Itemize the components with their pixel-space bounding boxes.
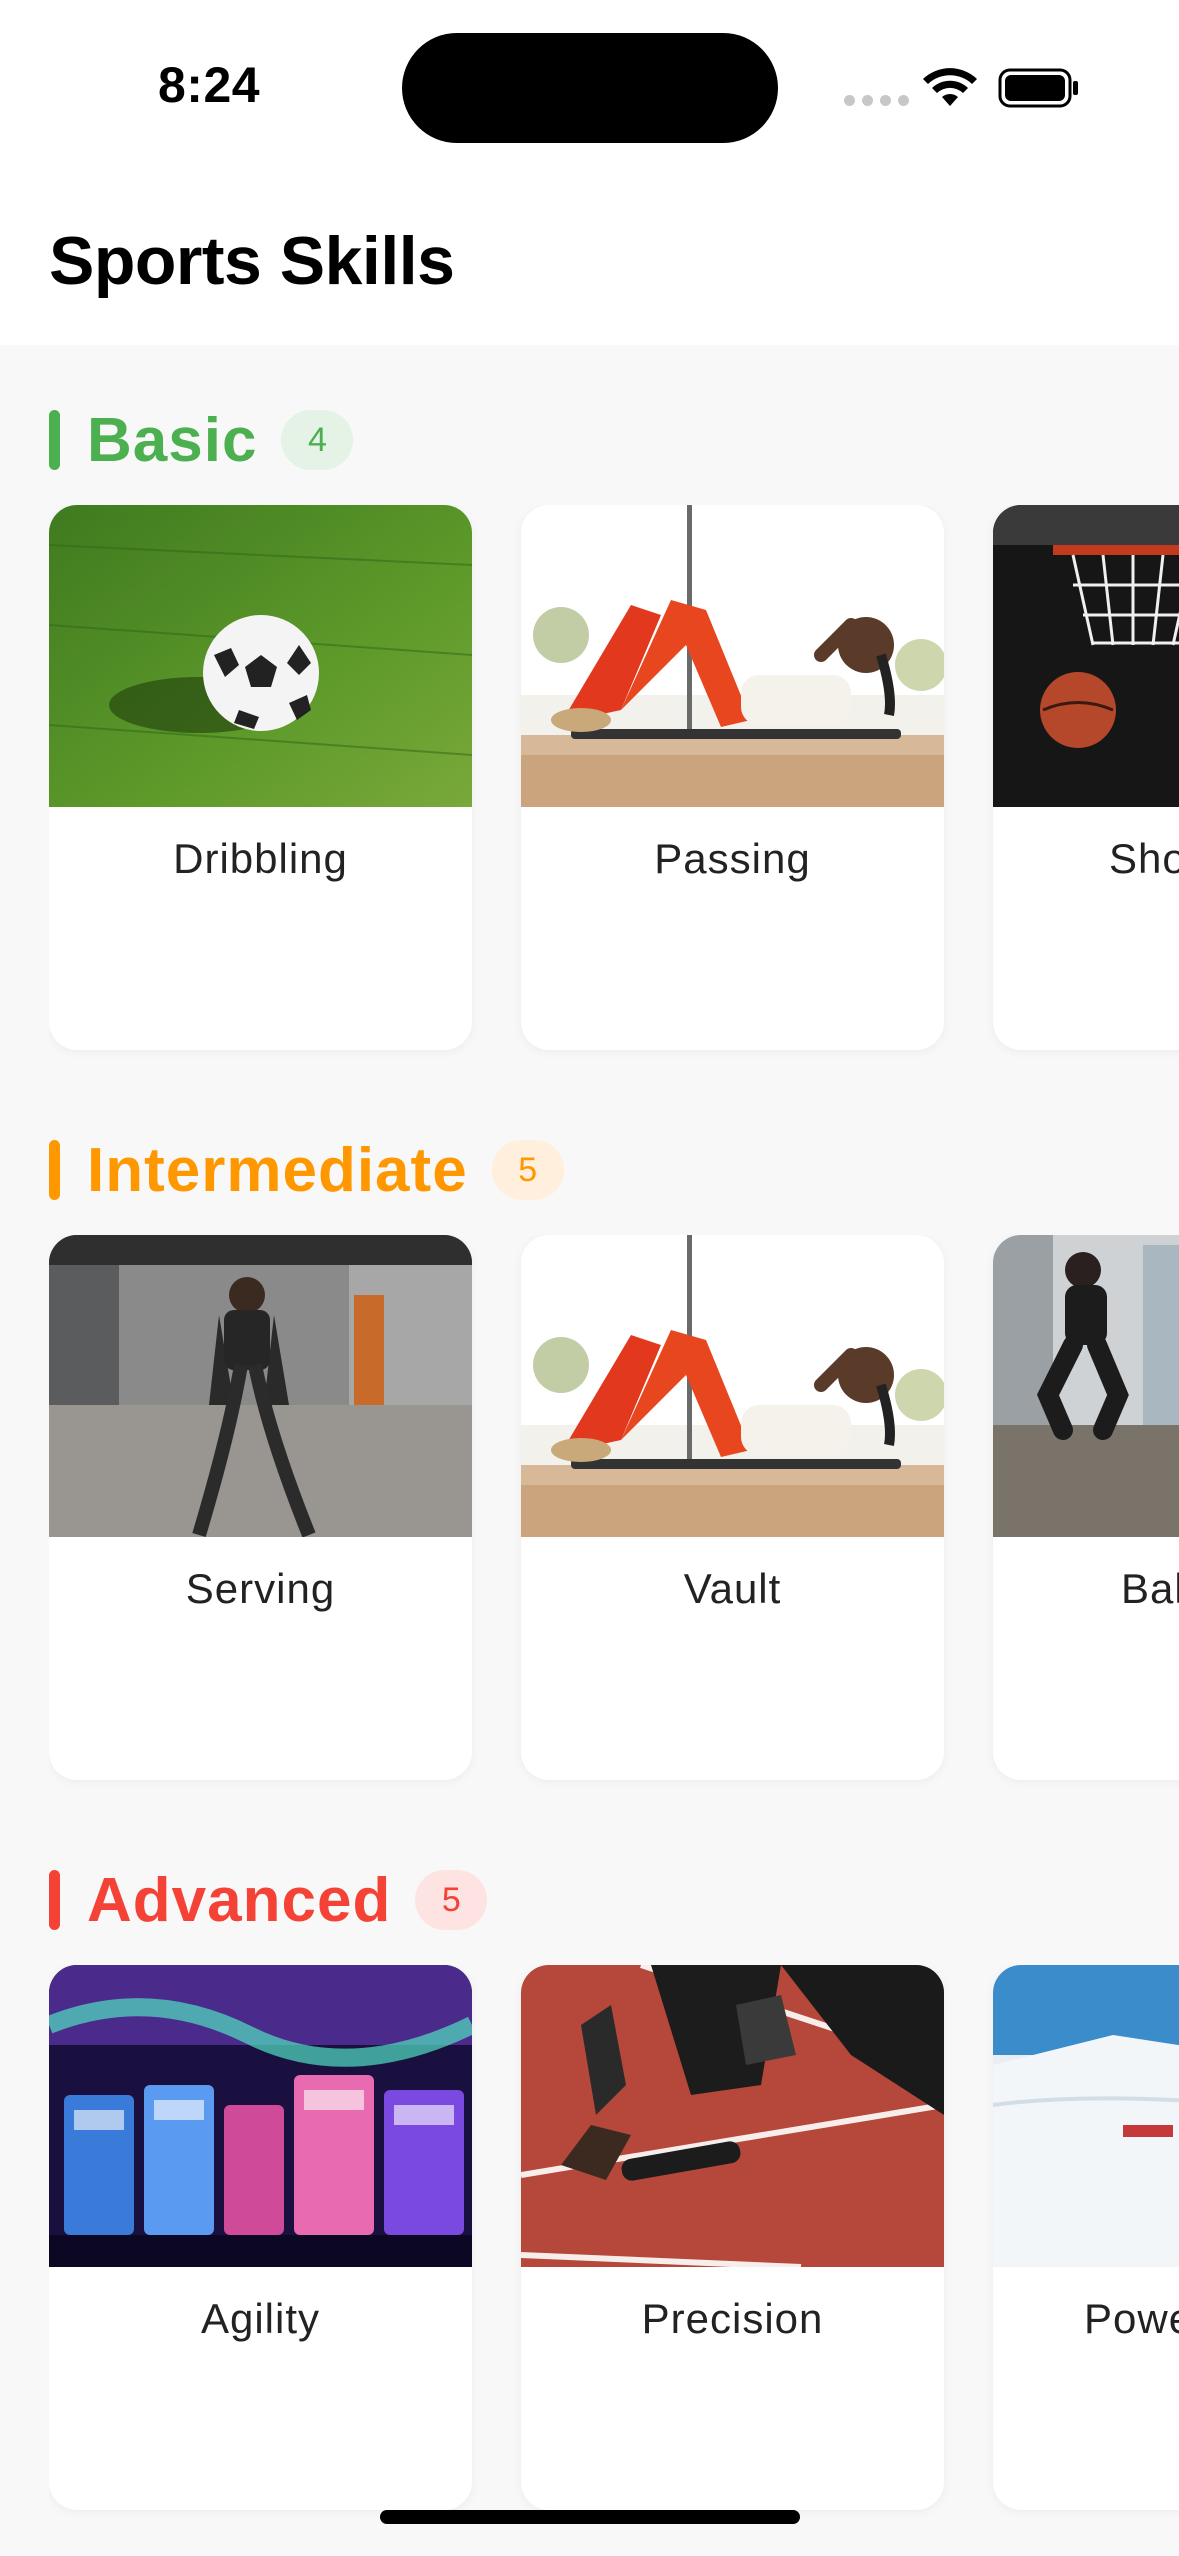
section-accent-bar	[49, 1140, 60, 1200]
skill-card-passing[interactable]: Passing	[521, 505, 944, 1050]
wifi-icon	[923, 68, 977, 106]
section-accent-bar	[49, 1870, 60, 1930]
soccer-ball-image	[49, 505, 472, 807]
card-label: Passing	[654, 835, 811, 882]
card-label: Serving	[185, 1565, 336, 1612]
dynamic-island	[402, 33, 778, 143]
section-intermediate: Intermediate 5 Serving Vault Bal	[0, 1075, 1179, 1805]
cellular-signal-icon	[844, 95, 909, 106]
skill-card-dribbling[interactable]: Dribbling	[49, 505, 472, 1050]
navigation-header: Sports Skills	[0, 170, 1179, 345]
skill-card-precision[interactable]: Precision	[521, 1965, 944, 2510]
skill-card-serving[interactable]: Serving	[49, 1235, 472, 1780]
status-time: 8:24	[158, 57, 261, 113]
card-label: Precision	[641, 2295, 824, 2342]
skill-card-power[interactable]: Powe	[993, 1965, 1179, 2510]
skill-card-agility[interactable]: Agility	[49, 1965, 472, 2510]
woman-crunches-image	[521, 1235, 944, 1537]
page-title: Sports Skills	[49, 223, 455, 299]
skill-card-balance[interactable]: Bal	[993, 1235, 1179, 1780]
section-title: Advanced	[87, 1865, 392, 1935]
section-accent-bar	[49, 410, 60, 470]
skill-card-shooting[interactable]: Sho	[993, 505, 1179, 1050]
card-label: Dribbling	[173, 835, 348, 882]
snowy-mountain-image	[993, 1965, 1179, 2267]
card-label: Vault	[683, 1565, 782, 1612]
home-indicator[interactable]	[380, 2510, 800, 2524]
count-badge: 4	[281, 410, 354, 470]
section-header: Intermediate 5	[49, 1135, 564, 1205]
status-bar: 8:24	[0, 0, 1179, 170]
battery-icon	[998, 68, 1078, 108]
count-badge: 5	[415, 1870, 488, 1930]
section-header: Advanced 5	[49, 1865, 488, 1935]
card-label: Powe	[1084, 2295, 1179, 2342]
card-carousel[interactable]: Serving Vault Bal	[49, 1235, 1179, 1795]
card-carousel[interactable]: Agility Precision Pow	[49, 1965, 1179, 2525]
neon-arcade-image	[49, 1965, 472, 2267]
skill-card-vault[interactable]: Vault	[521, 1235, 944, 1780]
card-label: Agility	[200, 2295, 321, 2342]
section-advanced: Advanced 5 Agility Precision Pow	[0, 1805, 1179, 2535]
section-title: Basic	[87, 405, 258, 475]
section-header: Basic 4	[49, 405, 354, 475]
woman-crunches-image	[521, 505, 944, 807]
basketball-hoop-image	[993, 505, 1179, 807]
section-title: Intermediate	[87, 1135, 468, 1205]
box-jump-image	[993, 1235, 1179, 1537]
battle-ropes-image	[49, 1235, 472, 1537]
card-label: Bal	[1121, 1565, 1179, 1612]
count-badge: 5	[491, 1140, 564, 1200]
card-carousel[interactable]: Dribbling Passing Sho	[49, 505, 1179, 1065]
card-label: Sho	[1109, 835, 1179, 882]
sprinter-track-image	[521, 1965, 944, 2267]
section-basic: Basic 4 Dribbling Passing Sho	[0, 345, 1179, 1075]
